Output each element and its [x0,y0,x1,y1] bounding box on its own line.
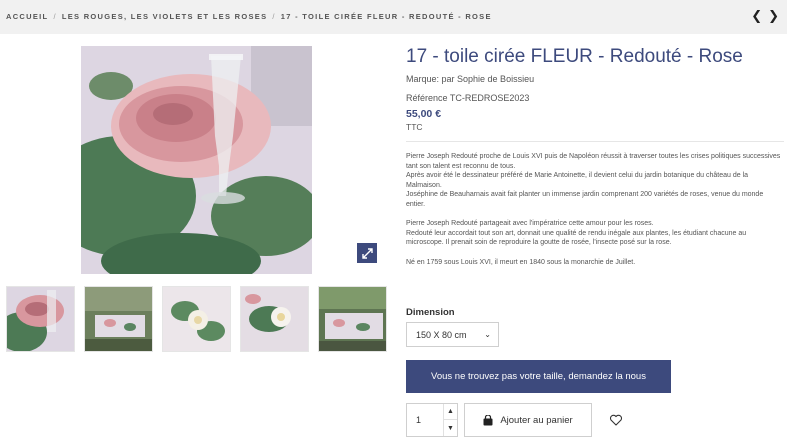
dimension-selected-value: 150 X 80 cm [416,329,467,340]
thumbnail-4[interactable] [240,286,309,352]
breadcrumb-separator: / [272,12,276,21]
product-description: Pierre Joseph Redouté proche de Louis XV… [406,152,782,267]
product-title: 17 - toile cirée FLEUR - Redouté - Rose [406,46,743,67]
dimension-label: Dimension [406,307,455,318]
product-price: 55,00 € [406,108,442,120]
shopping-bag-icon [483,414,493,425]
breadcrumb-home[interactable]: ACCUEIL [6,12,48,21]
breadcrumb-current: 17 - TOILE CIRÉE FLEUR - REDOUTÉ - ROSE [280,12,492,21]
product-nav: ❮ ❯ [751,9,779,23]
add-to-cart-label: Ajouter au panier [500,414,573,426]
thumbnail-3[interactable] [162,286,231,352]
product-reference: Référence TC-REDROSE2023 [406,93,530,103]
breadcrumb: ACCUEIL / LES ROUGES, LES VIOLETS ET LES R… [6,12,492,21]
tablecloth-photo [81,46,312,274]
breadcrumb-bar: ACCUEIL / LES ROUGES, LES VIOLETS ET LES R… [0,0,787,34]
chevron-right-icon[interactable]: ❯ [768,9,779,23]
quantity-stepper[interactable]: 1 ▲ ▼ [406,403,458,437]
divider [406,141,784,142]
quantity-input[interactable]: 1 [416,415,421,425]
zoom-button[interactable] [357,243,377,263]
thumbnail-1[interactable] [6,286,75,352]
breadcrumb-separator: / [53,12,57,21]
custom-size-button[interactable]: Vous ne trouvez pas votre taille, demand… [406,360,671,393]
add-to-cart-button[interactable]: Ajouter au panier [464,403,592,437]
description-paragraph: Après avoir été le dessinateur préféré d… [406,172,749,189]
chevron-left-icon[interactable]: ❮ [751,9,762,23]
description-paragraph: Redouté leur accordait tout son art, don… [406,229,747,247]
description-paragraph: Joséphine de Beauharnais avait fait plan… [406,191,764,208]
heart-icon[interactable] [609,413,623,427]
caret-up-icon[interactable]: ▲ [443,404,457,420]
tax-label: TTC [406,122,423,132]
expand-icon [361,247,373,259]
main-product-image[interactable] [81,46,312,274]
thumbnail-5[interactable] [318,286,387,352]
thumbnail-gallery [6,286,387,352]
description-paragraph: Pierre Joseph Redouté partageait avec l'… [406,220,654,228]
description-paragraph: Pierre Joseph Redouté proche de Louis XV… [406,153,781,170]
dimension-select[interactable]: 150 X 80 cm ⌄ [406,322,499,347]
breadcrumb-category[interactable]: LES ROUGES, LES VIOLETS ET LES ROSES [62,12,268,21]
caret-down-icon[interactable]: ▼ [443,420,457,436]
thumbnail-2[interactable] [84,286,153,352]
description-paragraph: Né en 1759 sous Louis XVI, il meurt en 1… [406,258,636,266]
product-brand: Marque: par Sophie de Boissieu [406,74,535,84]
chevron-down-icon: ⌄ [484,330,491,339]
